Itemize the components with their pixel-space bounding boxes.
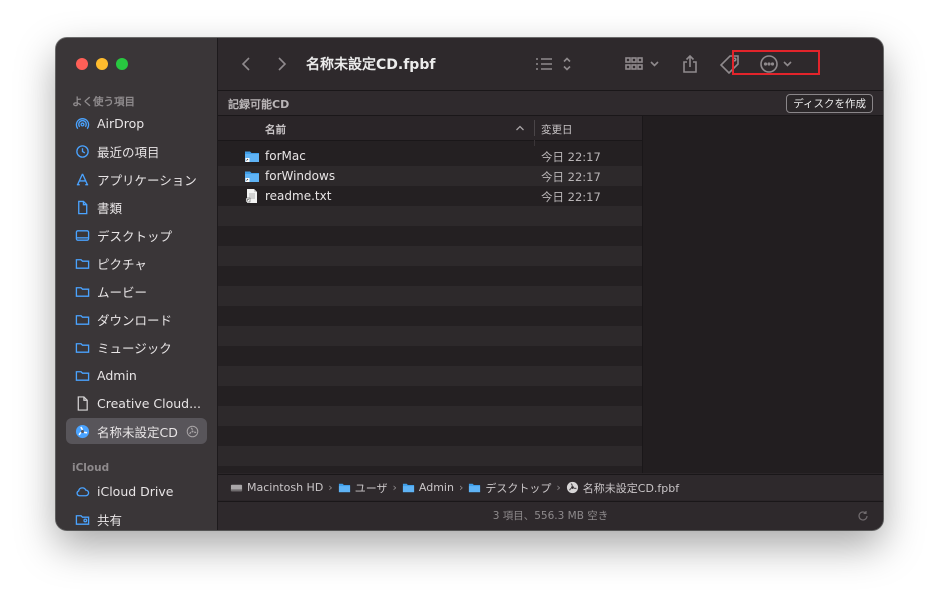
sidebar-item-recents[interactable]: 最近の項目 (66, 138, 207, 164)
share-icon (683, 54, 697, 73)
file-row-forwindows[interactable]: forWindows 今日 22:17 (218, 166, 642, 186)
sort-ascending-icon[interactable] (515, 123, 525, 133)
list-view-icon (536, 57, 571, 71)
sidebar-item-desktop[interactable]: デスクトップ (66, 222, 207, 248)
path-item-desktop[interactable]: デスクトップ (468, 480, 551, 496)
column-name-header[interactable]: 名前 (265, 122, 286, 137)
empty-row (218, 326, 642, 346)
refresh-icon (858, 511, 868, 521)
cloud-icon (74, 483, 90, 499)
path-bar: Macintosh HD › ユーザ › Admin › デスクトップ › 名称… (218, 474, 883, 500)
folder-icon (245, 151, 259, 162)
empty-row (218, 346, 642, 366)
column-date-header[interactable]: 変更日 (541, 122, 573, 137)
path-item-users[interactable]: ユーザ (338, 480, 387, 496)
empty-row (218, 286, 642, 306)
action-menu-button[interactable] (760, 53, 796, 75)
path-item-untitled-cd[interactable]: 名称未設定CD.fpbf (566, 480, 679, 496)
applications-icon (74, 171, 90, 187)
file-icon (74, 395, 90, 411)
recordable-cd-label: 記録可能CD (228, 98, 290, 111)
empty-row (218, 206, 642, 226)
file-row-readme[interactable]: readme.txt 今日 22:17 (218, 186, 642, 206)
burn-disc-icon (74, 423, 90, 439)
folder-icon (74, 339, 90, 355)
finder-window: よく使う項目 AirDrop 最近の項目 アプリケーション 書類 デスクトップ … (56, 38, 883, 530)
forward-button[interactable] (274, 53, 290, 75)
sidebar-item-applications[interactable]: アプリケーション (66, 166, 207, 192)
sidebar-item-untitled-cd[interactable]: 名称未設定CD (66, 418, 207, 444)
airdrop-icon (74, 115, 90, 131)
path-item-macintosh-hd[interactable]: Macintosh HD (230, 481, 323, 494)
path-item-admin[interactable]: Admin (402, 481, 454, 494)
icloud-heading: iCloud (72, 462, 110, 474)
minimize-window-button[interactable] (96, 58, 108, 70)
chevron-left-icon (241, 57, 250, 71)
burn-bar: 記録可能CD ディスクを作成 (218, 91, 883, 116)
ellipsis-circle-icon (760, 55, 792, 73)
group-button[interactable] (624, 53, 662, 75)
sidebar-item-admin[interactable]: Admin (66, 362, 207, 388)
empty-row (218, 246, 642, 266)
sidebar-item-airdrop[interactable]: AirDrop (66, 110, 207, 136)
sidebar-item-creative-cloud[interactable]: Creative Cloud... (66, 390, 207, 416)
disc-icon (566, 481, 578, 494)
empty-row (218, 306, 642, 326)
file-rows: forMac 今日 22:17 forWindows 今日 22:17 read… (218, 146, 642, 473)
empty-row (218, 466, 642, 473)
folder-icon (74, 367, 90, 383)
empty-row (218, 406, 642, 426)
desktop-icon (74, 227, 90, 243)
grid-icon (625, 57, 659, 70)
window-title: 名称未設定CD.fpbf (306, 57, 436, 73)
folder-icon (469, 483, 481, 493)
empty-row (218, 366, 642, 386)
folder-icon (338, 483, 350, 493)
status-bar: 3 項目、556.3 MB 空き (218, 501, 883, 530)
view-options-button[interactable] (534, 53, 574, 75)
sidebar-item-icloud-drive[interactable]: iCloud Drive (66, 478, 207, 504)
folder-icon (402, 483, 414, 493)
close-window-button[interactable] (76, 58, 88, 70)
file-list: 名前 変更日 forMac 今日 22:17 forWindows 今日 22:… (218, 116, 642, 473)
toolbar: 名称未設定CD.fpbf (218, 38, 883, 91)
sidebar-item-shared[interactable]: 共有 (66, 506, 207, 530)
column-separator[interactable] (534, 120, 535, 136)
back-button[interactable] (238, 53, 254, 75)
burn-status-icon[interactable] (186, 425, 199, 438)
folder-icon (74, 255, 90, 271)
sidebar-item-pictures[interactable]: ピクチャ (66, 250, 207, 276)
sidebar-item-downloads[interactable]: ダウンロード (66, 306, 207, 332)
empty-row (218, 446, 642, 466)
sidebar: よく使う項目 AirDrop 最近の項目 アプリケーション 書類 デスクトップ … (56, 38, 218, 530)
folder-icon (74, 311, 90, 327)
file-row-formac[interactable]: forMac 今日 22:17 (218, 146, 642, 166)
folder-icon (245, 171, 259, 182)
share-button[interactable] (681, 53, 699, 75)
tags-button[interactable] (719, 53, 741, 75)
sidebar-item-documents[interactable]: 書類 (66, 194, 207, 220)
empty-row (218, 226, 642, 246)
sidebar-item-music[interactable]: ミュージック (66, 334, 207, 360)
sidebar-item-movies[interactable]: ムービー (66, 278, 207, 304)
empty-row (218, 426, 642, 446)
empty-row (218, 266, 642, 286)
preview-pane (642, 116, 883, 473)
empty-row (218, 386, 642, 406)
clock-icon (74, 143, 90, 159)
column-header: 名前 変更日 (218, 116, 642, 141)
favorites-heading: よく使う項目 (72, 96, 135, 108)
status-text: 3 項目、556.3 MB 空き (492, 510, 609, 522)
folder-icon (74, 283, 90, 299)
text-file-icon (245, 189, 257, 203)
chevron-right-icon (278, 57, 287, 71)
hard-drive-icon (230, 484, 243, 492)
tag-icon (719, 55, 739, 74)
shared-folder-icon (74, 511, 90, 527)
window-controls (76, 58, 128, 70)
zoom-window-button[interactable] (116, 58, 128, 70)
document-icon (74, 199, 90, 215)
burn-disc-button[interactable]: ディスクを作成 (786, 94, 873, 113)
